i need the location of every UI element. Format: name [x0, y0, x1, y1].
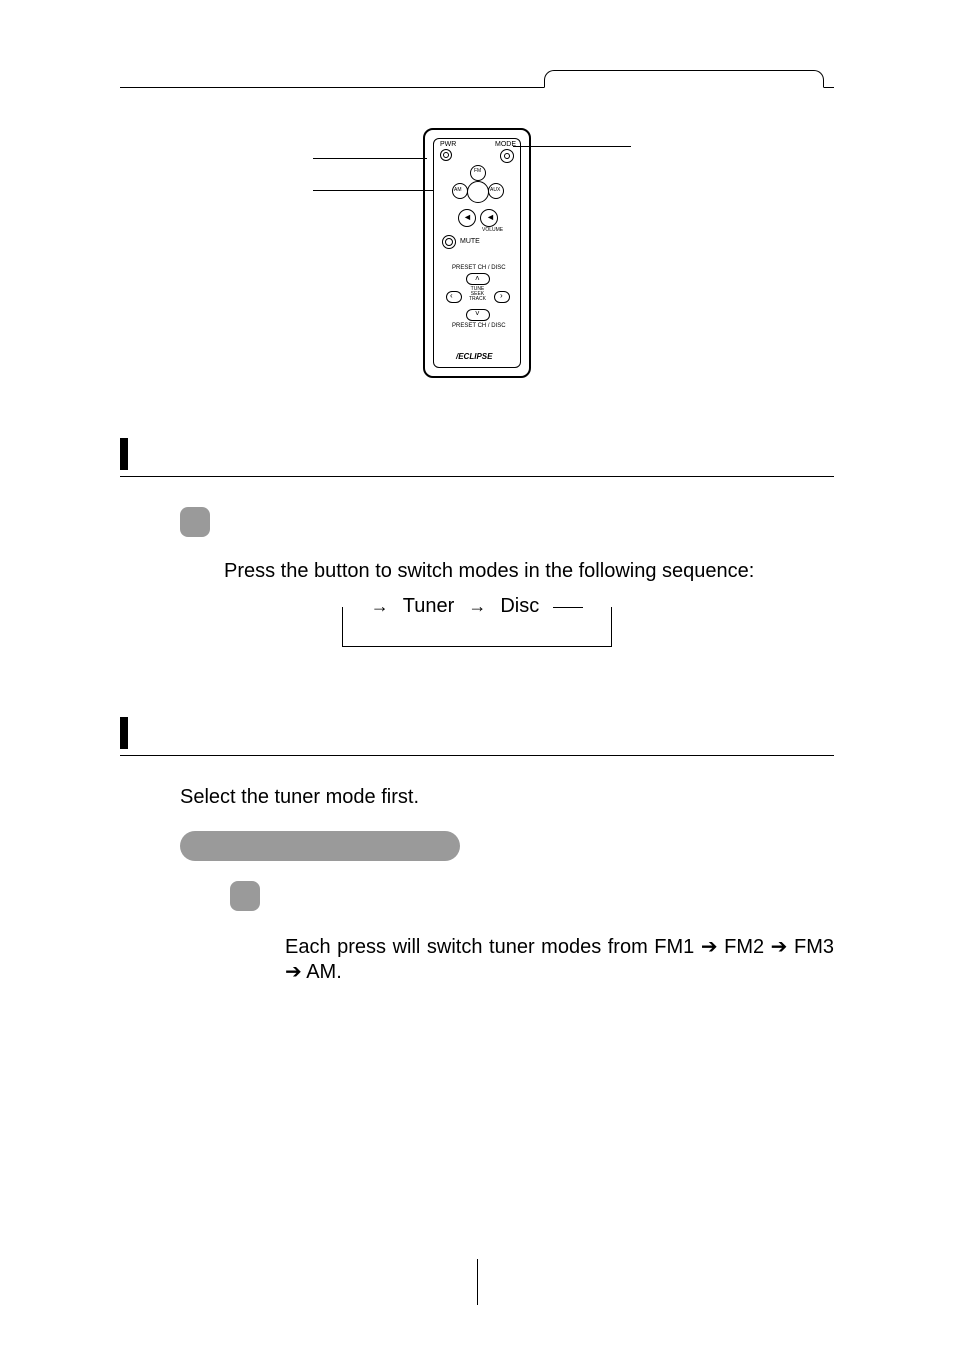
am-label: AM: [454, 187, 462, 193]
nav-cluster-center[interactable]: [467, 181, 489, 203]
seek-prev-button[interactable]: ‹: [446, 291, 462, 303]
brand-label: /ECLIPSE: [456, 352, 492, 361]
aux-label: AUX: [490, 187, 500, 193]
mode-button[interactable]: [500, 149, 514, 163]
tuner-section: Select the tuner mode first. Each press …: [120, 717, 834, 984]
tuner-intro: Select the tuner mode first.: [180, 786, 834, 809]
mode-instruction: Press the button to switch modes in the …: [224, 560, 834, 583]
callout-line: [313, 158, 427, 159]
volume-label: VOLUME: [482, 227, 503, 233]
tuner-instruction: Each press will switch tuner modes from …: [285, 934, 834, 984]
preset-up-button[interactable]: ˄: [466, 273, 490, 285]
arrow-icon: →: [468, 596, 486, 617]
section-bar-icon: [120, 717, 128, 749]
seek-next-button[interactable]: ›: [494, 291, 510, 303]
remote-figure: PWR MODE FM AM AUX: [120, 128, 834, 378]
page: PWR MODE FM AM AUX: [0, 0, 954, 984]
vol-up-button[interactable]: ◄: [480, 209, 498, 227]
step-number-box: [230, 881, 260, 911]
vol-down-button[interactable]: ◄: [458, 209, 476, 227]
mode-label: MODE: [495, 141, 516, 148]
line-icon: [553, 607, 583, 608]
step-marker: [180, 507, 210, 537]
section-heading-row: [120, 438, 834, 477]
section-heading-row: [120, 717, 834, 756]
remote-body: PWR MODE FM AM AUX: [423, 128, 531, 378]
seek-label: TUNESEEKTRACK: [469, 287, 486, 302]
callout-line: [313, 190, 433, 191]
mode-cycle-diagram: → Tuner → Disc: [342, 607, 612, 647]
mute-button[interactable]: [442, 235, 456, 249]
preset-up-label: PRESET CH / DISC: [452, 265, 506, 271]
arrow-icon: →: [371, 596, 389, 617]
preset-down-label: PRESET CH / DISC: [452, 323, 506, 329]
header-tab: [544, 70, 824, 88]
step-number-box: [180, 507, 210, 537]
fm-label: FM: [474, 168, 481, 174]
pwr-label: PWR: [440, 141, 456, 148]
section-bar-icon: [120, 438, 128, 470]
mode-section: Press the button to switch modes in the …: [120, 438, 834, 647]
pwr-button[interactable]: [440, 149, 452, 161]
remote-inner: PWR MODE FM AM AUX: [433, 138, 521, 368]
cycle-item-disc: Disc: [500, 595, 539, 618]
header-rule: [120, 60, 834, 88]
sub-heading-pill: [180, 831, 460, 861]
footer-divider: [477, 1259, 478, 1305]
preset-down-button[interactable]: ˅: [466, 309, 490, 321]
mute-label: MUTE: [460, 238, 480, 245]
cycle-item-tuner: Tuner: [403, 595, 455, 618]
step-marker: [230, 881, 260, 911]
